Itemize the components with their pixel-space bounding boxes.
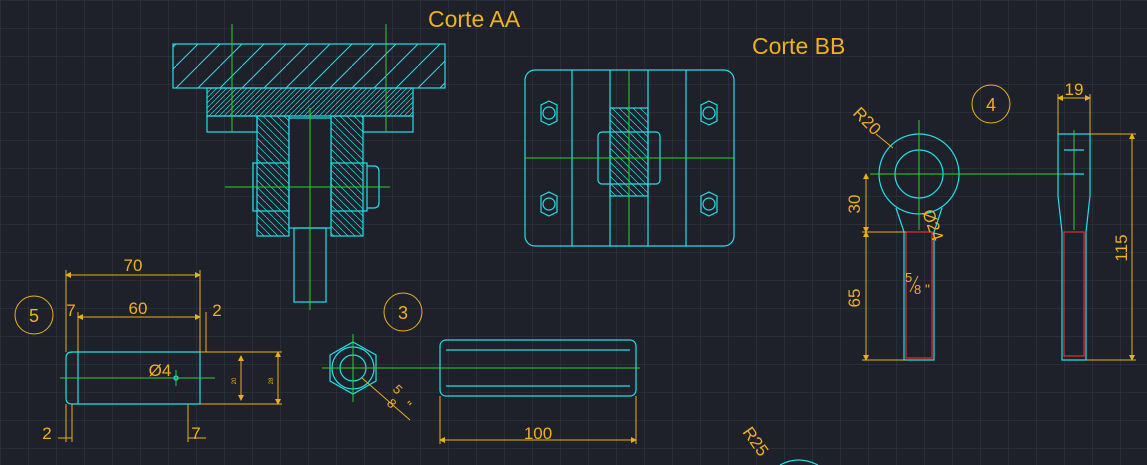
- balloon-5-label: 5: [29, 306, 39, 326]
- balloon-4-label: 4: [986, 95, 996, 115]
- dim-7-left: 7: [66, 301, 75, 320]
- dim-60: 60: [129, 299, 148, 318]
- aa-body-left-hatch: [256, 115, 290, 237]
- dim-7-bottom: 7: [191, 424, 200, 443]
- eye-thread-unit: ": [925, 281, 930, 297]
- eye-thread-den: 8: [914, 282, 921, 297]
- title-corte-aa: Corte AA: [428, 6, 521, 32]
- dim-100: 100: [524, 424, 552, 443]
- aa-body-right-hatch: [330, 115, 364, 237]
- dim-20: 20: [232, 377, 238, 384]
- dim-115: 115: [1112, 234, 1131, 261]
- dim-2-right: 2: [212, 301, 221, 320]
- dim-70: 70: [124, 256, 143, 275]
- dim-2-bottom: 2: [42, 424, 51, 443]
- dim-19: 19: [1065, 80, 1084, 99]
- aa-top-plate: [172, 43, 446, 89]
- dim-o4: Ø4: [149, 361, 172, 380]
- eye-thread-num: 5: [905, 270, 912, 285]
- cad-drawing-canvas[interactable]: Corte AA Corte BB 5 70 60 7 2 Ø4 20 28 2…: [0, 0, 1147, 465]
- title-corte-bb: Corte BB: [752, 33, 845, 59]
- dim-65: 65: [845, 289, 864, 308]
- dim-30: 30: [845, 195, 864, 214]
- balloon-3-label: 3: [398, 303, 408, 323]
- dim-28: 28: [269, 377, 275, 384]
